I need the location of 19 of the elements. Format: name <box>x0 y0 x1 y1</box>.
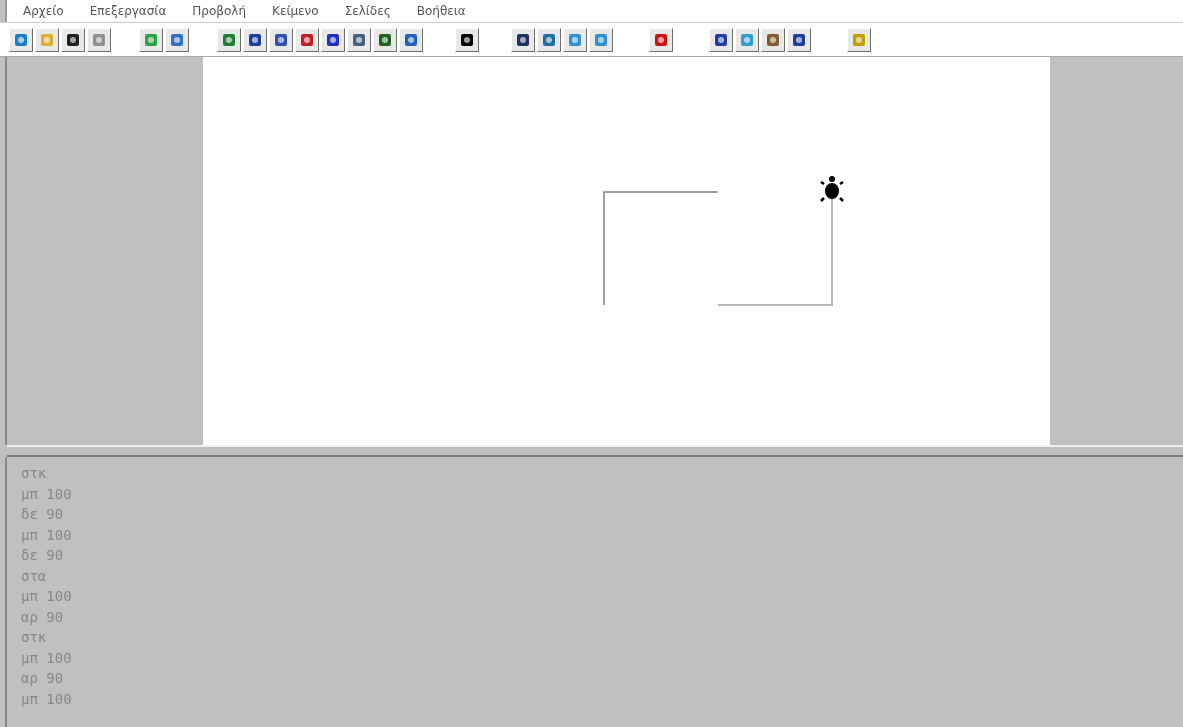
command-line: αρ 90 <box>21 669 65 688</box>
menu-item[interactable]: Βοήθεια <box>416 4 466 18</box>
command-line: στκ <box>21 464 48 483</box>
command-line: στκ <box>21 628 48 647</box>
menu-item[interactable]: Επεξεργασία <box>89 4 167 18</box>
menu-item[interactable]: Κείμενο <box>272 4 319 18</box>
command-line: μπ 100 <box>21 587 73 606</box>
command-line: μπ 100 <box>21 484 73 504</box>
command-line: στα <box>21 566 48 586</box>
command-line: μπ 100 <box>21 525 73 545</box>
menu-item[interactable]: Αρχείο <box>23 4 64 18</box>
command-line: αρ 90 <box>21 607 65 627</box>
command-line: μπ 100 <box>21 648 73 668</box>
command-line: δε 90 <box>21 546 65 565</box>
command-line: μπ 100 <box>21 689 73 709</box>
menu-item[interactable]: Προβολή <box>192 4 247 18</box>
command-line: δε 90 <box>21 505 65 524</box>
pane-splitter[interactable] <box>7 445 1183 457</box>
menu-item[interactable]: Σελίδες <box>344 4 391 18</box>
